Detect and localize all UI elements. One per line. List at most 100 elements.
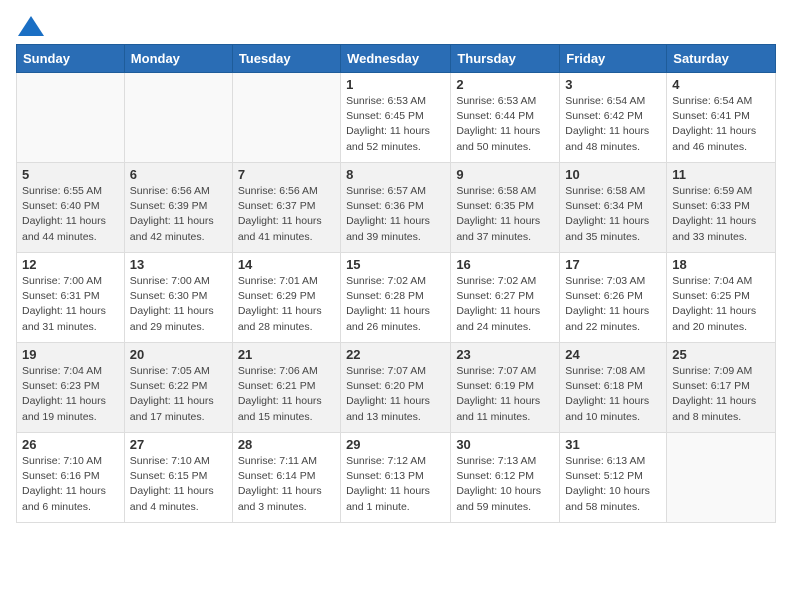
day-info: Sunrise: 7:13 AM Sunset: 6:12 PM Dayligh… xyxy=(456,454,554,515)
calendar-header-row: SundayMondayTuesdayWednesdayThursdayFrid… xyxy=(17,45,776,73)
day-info: Sunrise: 7:01 AM Sunset: 6:29 PM Dayligh… xyxy=(238,274,335,335)
day-info: Sunrise: 6:58 AM Sunset: 6:34 PM Dayligh… xyxy=(565,184,661,245)
day-info: Sunrise: 7:02 AM Sunset: 6:28 PM Dayligh… xyxy=(346,274,445,335)
day-number: 22 xyxy=(346,347,445,362)
calendar-day-cell: 19 Sunrise: 7:04 AM Sunset: 6:23 PM Dayli… xyxy=(17,343,125,433)
day-number: 26 xyxy=(22,437,119,452)
calendar-day-cell xyxy=(232,73,340,163)
day-number: 11 xyxy=(672,167,770,182)
calendar-day-cell: 27 Sunrise: 7:10 AM Sunset: 6:15 PM Dayli… xyxy=(124,433,232,523)
day-number: 1 xyxy=(346,77,445,92)
calendar-day-cell: 9 Sunrise: 6:58 AM Sunset: 6:35 PM Daylig… xyxy=(451,163,560,253)
day-info: Sunrise: 7:08 AM Sunset: 6:18 PM Dayligh… xyxy=(565,364,661,425)
calendar-day-cell: 15 Sunrise: 7:02 AM Sunset: 6:28 PM Dayli… xyxy=(341,253,451,343)
day-number: 31 xyxy=(565,437,661,452)
calendar-week-row: 12Sunrise: 7:00 AM Sunset: 6:31 PM Dayli… xyxy=(17,253,776,343)
column-header-wednesday: Wednesday xyxy=(341,45,451,73)
day-info: Sunrise: 6:54 AM Sunset: 6:42 PM Dayligh… xyxy=(565,94,661,155)
day-info: Sunrise: 7:09 AM Sunset: 6:17 PM Dayligh… xyxy=(672,364,770,425)
day-number: 15 xyxy=(346,257,445,272)
day-number: 21 xyxy=(238,347,335,362)
day-info: Sunrise: 7:03 AM Sunset: 6:26 PM Dayligh… xyxy=(565,274,661,335)
day-info: Sunrise: 7:04 AM Sunset: 6:25 PM Dayligh… xyxy=(672,274,770,335)
calendar-day-cell: 13 Sunrise: 7:00 AM Sunset: 6:30 PM Dayli… xyxy=(124,253,232,343)
day-info: Sunrise: 7:10 AM Sunset: 6:15 PM Dayligh… xyxy=(130,454,227,515)
calendar-day-cell: 8 Sunrise: 6:57 AM Sunset: 6:36 PM Daylig… xyxy=(341,163,451,253)
calendar-day-cell: 17 Sunrise: 7:03 AM Sunset: 6:26 PM Dayli… xyxy=(560,253,667,343)
page-header xyxy=(16,16,776,36)
calendar-day-cell: 5 Sunrise: 6:55 AM Sunset: 6:40 PM Daylig… xyxy=(17,163,125,253)
day-info: Sunrise: 6:57 AM Sunset: 6:36 PM Dayligh… xyxy=(346,184,445,245)
calendar-day-cell: 25 Sunrise: 7:09 AM Sunset: 6:17 PM Dayli… xyxy=(667,343,776,433)
calendar-day-cell: 11 Sunrise: 6:59 AM Sunset: 6:33 PM Dayli… xyxy=(667,163,776,253)
calendar-day-cell: 26Sunrise: 7:10 AM Sunset: 6:16 PM Dayli… xyxy=(17,433,125,523)
day-number: 19 xyxy=(22,347,119,362)
day-info: Sunrise: 6:53 AM Sunset: 6:45 PM Dayligh… xyxy=(346,94,445,155)
day-info: Sunrise: 7:00 AM Sunset: 6:31 PM Dayligh… xyxy=(22,274,119,335)
day-info: Sunrise: 6:53 AM Sunset: 6:44 PM Dayligh… xyxy=(456,94,554,155)
calendar-day-cell: 1 Sunrise: 6:53 AM Sunset: 6:45 PM Daylig… xyxy=(341,73,451,163)
day-number: 13 xyxy=(130,257,227,272)
day-number: 18 xyxy=(672,257,770,272)
calendar-day-cell: 2Sunrise: 6:53 AM Sunset: 6:44 PM Daylig… xyxy=(451,73,560,163)
day-info: Sunrise: 6:59 AM Sunset: 6:33 PM Dayligh… xyxy=(672,184,770,245)
calendar-day-cell: 20 Sunrise: 7:05 AM Sunset: 6:22 PM Dayli… xyxy=(124,343,232,433)
day-number: 8 xyxy=(346,167,445,182)
day-info: Sunrise: 7:02 AM Sunset: 6:27 PM Dayligh… xyxy=(456,274,554,335)
day-info: Sunrise: 7:06 AM Sunset: 6:21 PM Dayligh… xyxy=(238,364,335,425)
calendar-day-cell: 12Sunrise: 7:00 AM Sunset: 6:31 PM Dayli… xyxy=(17,253,125,343)
calendar-day-cell: 16Sunrise: 7:02 AM Sunset: 6:27 PM Dayli… xyxy=(451,253,560,343)
day-number: 27 xyxy=(130,437,227,452)
calendar-day-cell: 7Sunrise: 6:56 AM Sunset: 6:37 PM Daylig… xyxy=(232,163,340,253)
day-number: 14 xyxy=(238,257,335,272)
day-info: Sunrise: 6:55 AM Sunset: 6:40 PM Dayligh… xyxy=(22,184,119,245)
day-info: Sunrise: 6:58 AM Sunset: 6:35 PM Dayligh… xyxy=(456,184,554,245)
calendar-table: SundayMondayTuesdayWednesdayThursdayFrid… xyxy=(16,44,776,523)
calendar-day-cell: 24 Sunrise: 7:08 AM Sunset: 6:18 PM Dayli… xyxy=(560,343,667,433)
calendar-week-row: 26Sunrise: 7:10 AM Sunset: 6:16 PM Dayli… xyxy=(17,433,776,523)
column-header-sunday: Sunday xyxy=(17,45,125,73)
day-info: Sunrise: 7:11 AM Sunset: 6:14 PM Dayligh… xyxy=(238,454,335,515)
day-info: Sunrise: 7:07 AM Sunset: 6:20 PM Dayligh… xyxy=(346,364,445,425)
day-number: 29 xyxy=(346,437,445,452)
calendar-day-cell: 22 Sunrise: 7:07 AM Sunset: 6:20 PM Dayli… xyxy=(341,343,451,433)
day-number: 28 xyxy=(238,437,335,452)
column-header-saturday: Saturday xyxy=(667,45,776,73)
calendar-day-cell: 18 Sunrise: 7:04 AM Sunset: 6:25 PM Dayli… xyxy=(667,253,776,343)
column-header-friday: Friday xyxy=(560,45,667,73)
calendar-day-cell xyxy=(667,433,776,523)
calendar-day-cell xyxy=(124,73,232,163)
logo xyxy=(16,16,46,36)
day-info: Sunrise: 7:05 AM Sunset: 6:22 PM Dayligh… xyxy=(130,364,227,425)
calendar-day-cell: 30 Sunrise: 7:13 AM Sunset: 6:12 PM Dayli… xyxy=(451,433,560,523)
day-number: 4 xyxy=(672,77,770,92)
calendar-day-cell xyxy=(17,73,125,163)
day-number: 30 xyxy=(456,437,554,452)
day-number: 9 xyxy=(456,167,554,182)
day-number: 23 xyxy=(456,347,554,362)
day-info: Sunrise: 6:56 AM Sunset: 6:37 PM Dayligh… xyxy=(238,184,335,245)
calendar-day-cell: 28 Sunrise: 7:11 AM Sunset: 6:14 PM Dayli… xyxy=(232,433,340,523)
day-number: 20 xyxy=(130,347,227,362)
logo-icon xyxy=(18,16,44,36)
column-header-monday: Monday xyxy=(124,45,232,73)
day-number: 6 xyxy=(130,167,227,182)
day-number: 5 xyxy=(22,167,119,182)
column-header-tuesday: Tuesday xyxy=(232,45,340,73)
calendar-week-row: 5 Sunrise: 6:55 AM Sunset: 6:40 PM Daylig… xyxy=(17,163,776,253)
column-header-thursday: Thursday xyxy=(451,45,560,73)
day-info: Sunrise: 6:54 AM Sunset: 6:41 PM Dayligh… xyxy=(672,94,770,155)
calendar-day-cell: 21 Sunrise: 7:06 AM Sunset: 6:21 PM Dayli… xyxy=(232,343,340,433)
day-number: 10 xyxy=(565,167,661,182)
day-info: Sunrise: 7:04 AM Sunset: 6:23 PM Dayligh… xyxy=(22,364,119,425)
calendar-day-cell: 10 Sunrise: 6:58 AM Sunset: 6:34 PM Dayli… xyxy=(560,163,667,253)
calendar-day-cell: 31Sunrise: 6:13 AM Sunset: 5:12 PM Dayli… xyxy=(560,433,667,523)
calendar-day-cell: 6Sunrise: 6:56 AM Sunset: 6:39 PM Daylig… xyxy=(124,163,232,253)
calendar-day-cell: 23Sunrise: 7:07 AM Sunset: 6:19 PM Dayli… xyxy=(451,343,560,433)
calendar-week-row: 1 Sunrise: 6:53 AM Sunset: 6:45 PM Daylig… xyxy=(17,73,776,163)
day-number: 17 xyxy=(565,257,661,272)
calendar-week-row: 19 Sunrise: 7:04 AM Sunset: 6:23 PM Dayli… xyxy=(17,343,776,433)
day-number: 25 xyxy=(672,347,770,362)
day-number: 24 xyxy=(565,347,661,362)
day-info: Sunrise: 7:00 AM Sunset: 6:30 PM Dayligh… xyxy=(130,274,227,335)
